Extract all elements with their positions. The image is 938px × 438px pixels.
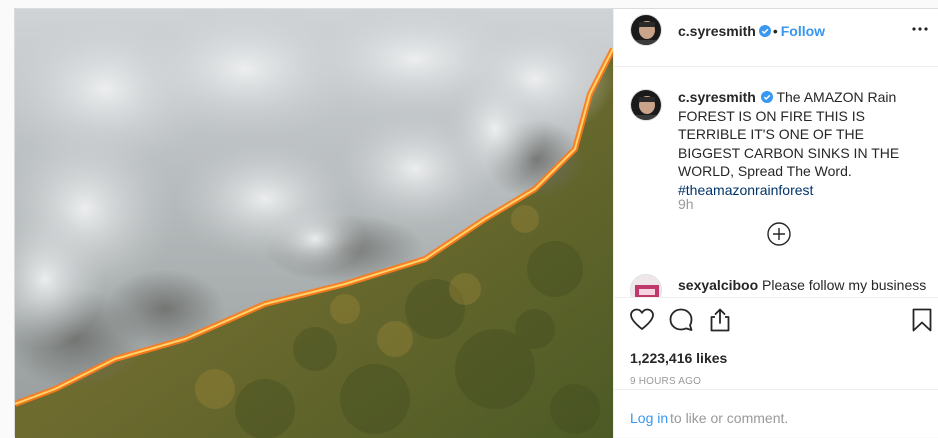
amazon-fire-image (15, 9, 613, 438)
load-more-plus-icon[interactable] (766, 221, 792, 247)
follow-button[interactable]: Follow (781, 23, 825, 39)
instagram-post: c.syresmith • Follow c.syresmith The AMAZO… (14, 8, 938, 438)
post-sidebar: c.syresmith • Follow c.syresmith The AMAZO… (613, 9, 938, 438)
caption-hashtag[interactable]: #theamazonrainforest (678, 182, 813, 198)
comments-section: c.syresmith The AMAZON Rain FOREST IS ON… (614, 67, 938, 297)
more-options-icon[interactable] (908, 17, 932, 41)
avatar[interactable] (630, 14, 662, 46)
header-username[interactable]: c.syresmith (678, 23, 756, 39)
post-header: c.syresmith • Follow (614, 9, 938, 67)
post-caption: c.syresmith The AMAZON Rain FOREST IS ON… (678, 88, 904, 199)
action-bar: 1,223,416 likes 9 HOURS AGO (614, 297, 938, 397)
comment-bubble-icon[interactable] (667, 306, 695, 334)
post-photo[interactable] (15, 9, 613, 438)
likes-count[interactable]: 1,223,416 likes (630, 350, 727, 366)
comment-avatar[interactable] (630, 274, 662, 297)
header-user-line: c.syresmith • Follow (678, 23, 825, 41)
caption-avatar[interactable] (630, 89, 662, 121)
comment-username[interactable]: sexyalciboo (678, 277, 758, 293)
comment-text: Please follow my business (762, 277, 927, 293)
login-prompt-text: to like or comment. (670, 410, 789, 426)
share-icon[interactable] (706, 306, 734, 334)
login-link[interactable]: Log in (630, 410, 668, 426)
verified-badge-icon (760, 91, 773, 103)
login-prompt: Log in to like or comment. (614, 389, 938, 438)
comment-item: sexyalciboo Please follow my business (678, 277, 928, 293)
heart-icon[interactable] (628, 306, 656, 334)
caption-age: 9h (678, 196, 694, 212)
verified-badge-icon (758, 25, 771, 37)
post-timestamp[interactable]: 9 HOURS AGO (630, 376, 701, 387)
bookmark-icon[interactable] (908, 306, 936, 334)
caption-username[interactable]: c.syresmith (678, 89, 756, 105)
separator-dot: • (772, 23, 778, 39)
